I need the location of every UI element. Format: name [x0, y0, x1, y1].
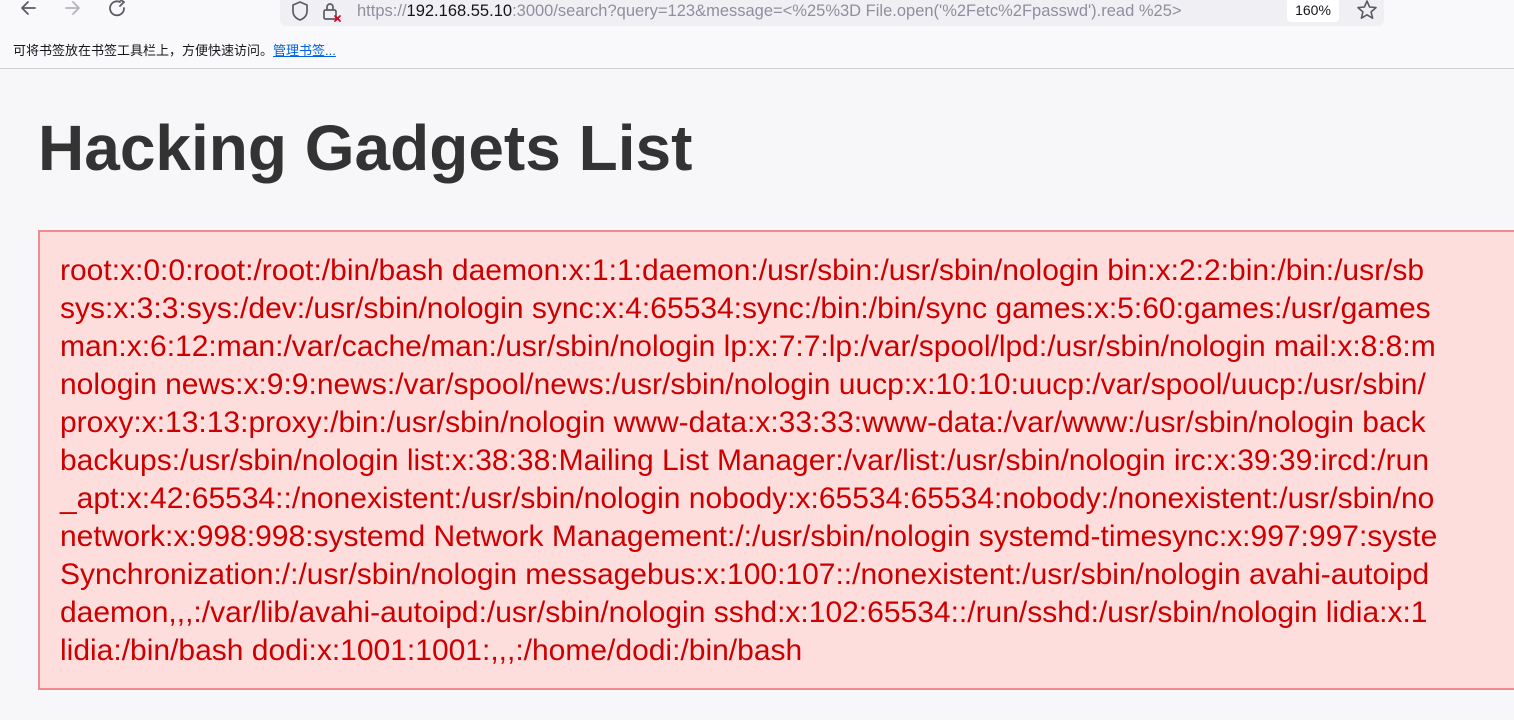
message-line: proxy:x:13:13:proxy:/bin:/usr/sbin/nolog… — [60, 406, 1426, 439]
message-box: root:x:0:0:root:/root:/bin/bash daemon:x… — [38, 230, 1514, 690]
message-line: man:x:6:12:man:/var/cache/man:/usr/sbin/… — [60, 330, 1436, 363]
page-title: Hacking Gadgets List — [38, 112, 693, 184]
manage-bookmarks-link[interactable]: 管理书签... — [273, 43, 336, 58]
message-line: lidia:/bin/bash dodi:x:1001:1001:,,,:/ho… — [60, 634, 803, 667]
url-host: 192.168.55.10 — [406, 2, 513, 20]
message-line: _apt:x:42:65534::/nonexistent:/usr/sbin/… — [60, 482, 1435, 515]
message-line: network:x:998:998:systemd Network Manage… — [60, 520, 1438, 553]
message-line: nologin news:x:9:9:news:/var/spool/news:… — [60, 368, 1426, 401]
url-prefix: https:// — [357, 2, 407, 20]
reload-icon — [109, 0, 125, 17]
message-line: root:x:0:0:root:/root:/bin/bash daemon:x… — [60, 254, 1425, 287]
zoom-indicator[interactable]: 160% — [1287, 0, 1339, 22]
page-content: Hacking Gadgets List root:x:0:0:root:/ro… — [0, 69, 1514, 720]
url-path: :3000/search?query=123&message=<%25%3D F… — [512, 2, 1182, 20]
arrow-right-icon — [65, 1, 80, 15]
bookmarks-toolbar: 可将书签放在书签工具栏上，方便快速访问。管理书签... — [0, 32, 1514, 69]
message-line: Synchronization:/:/usr/sbin/nologin mess… — [60, 558, 1430, 591]
back-button[interactable] — [16, 0, 40, 20]
bookmarks-toolbar-message: 可将书签放在书签工具栏上，方便快速访问。管理书签... — [13, 42, 336, 60]
star-icon[interactable] — [1355, 0, 1379, 22]
bookmarks-empty-message: 可将书签放在书签工具栏上，方便快速访问。 — [13, 43, 274, 58]
forward-button[interactable] — [61, 0, 85, 20]
message-line: sys:x:3:3:sys:/dev:/usr/sbin/nologin syn… — [60, 292, 1431, 325]
browser-toolbar: https://192.168.55.10:3000/search?query=… — [0, 0, 1514, 32]
url-text[interactable]: https://192.168.55.10:3000/search?query=… — [357, 0, 1277, 22]
reload-button[interactable] — [106, 0, 130, 20]
url-bar[interactable]: https://192.168.55.10:3000/search?query=… — [280, 0, 1384, 26]
lock-icon[interactable] — [320, 0, 342, 22]
message-line: daemon,,,:/var/lib/avahi-autoipd:/usr/sb… — [60, 596, 1428, 629]
message-line: backups:/usr/sbin/nologin list:x:38:38:M… — [60, 444, 1429, 477]
shield-icon[interactable] — [289, 0, 311, 22]
arrow-left-icon — [21, 1, 36, 15]
